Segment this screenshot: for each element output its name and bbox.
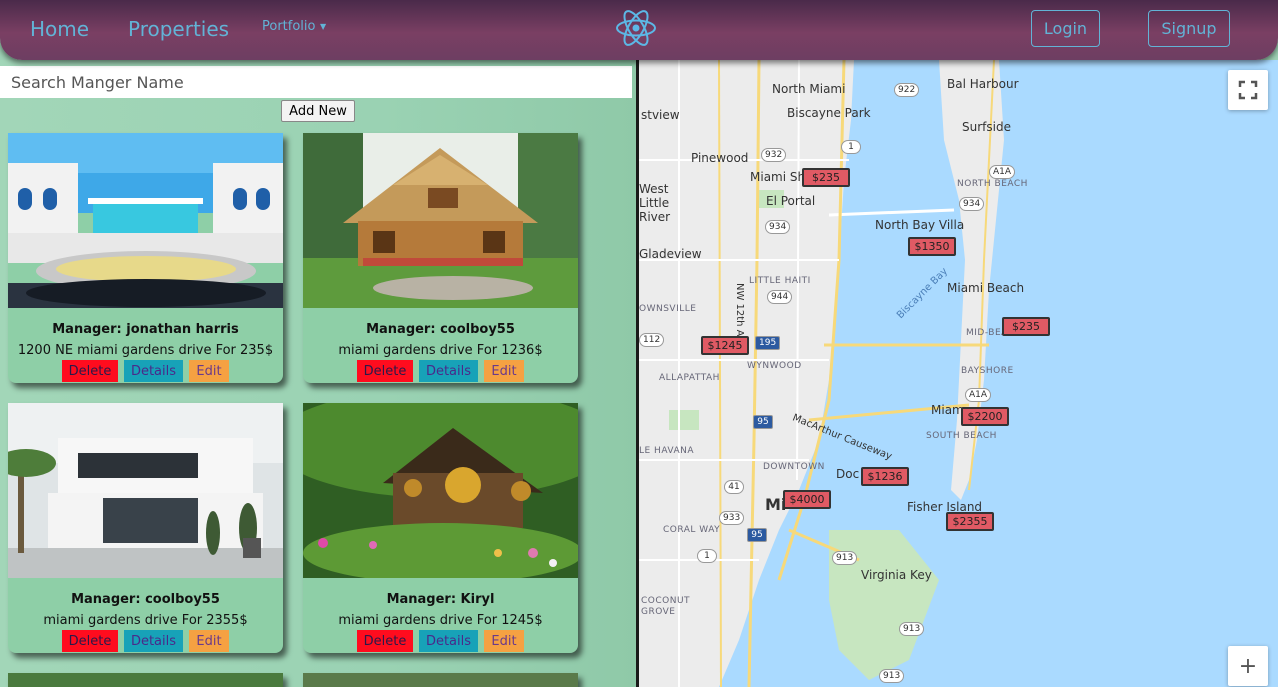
map-label: Miami Beach	[947, 281, 1025, 295]
property-address: miami gardens drive For 1245$	[338, 613, 543, 628]
road-shield: 944	[767, 290, 793, 304]
map-label: DOWNTOWN	[763, 462, 825, 472]
price-marker[interactable]: $235	[802, 168, 850, 187]
details-button[interactable]: Details	[419, 360, 478, 382]
nav-properties-link[interactable]: Properties	[128, 17, 229, 41]
road-shield: 932	[761, 148, 787, 162]
road-shield: A1A	[965, 388, 992, 402]
map-label: Bal Harbour	[947, 77, 1019, 91]
road-shield: 934	[959, 197, 985, 211]
road-shield: 95	[753, 415, 773, 429]
road-shield: 1	[697, 549, 717, 563]
map[interactable]: Bal Harbour North Miami Biscayne Park Su…	[636, 60, 1278, 687]
road-shield: 112	[639, 333, 665, 347]
react-atom-icon[interactable]	[614, 6, 658, 50]
road-shield: 1	[841, 140, 861, 154]
price-marker[interactable]: $2200	[961, 407, 1009, 426]
map-label: LITTLE HAITI	[749, 276, 811, 286]
map-label: COCONUT GROVE	[641, 596, 691, 617]
road-shield: 933	[719, 511, 745, 525]
manager-name: Manager: coolboy55	[366, 322, 515, 337]
property-image[interactable]	[303, 133, 578, 308]
login-button[interactable]: Login	[1031, 10, 1100, 47]
edit-button[interactable]: Edit	[189, 630, 229, 652]
edit-button[interactable]: Edit	[484, 360, 524, 382]
property-address: miami gardens drive For 1236$	[338, 343, 543, 358]
search-input[interactable]	[0, 66, 632, 98]
delete-button[interactable]: Delete	[62, 360, 118, 382]
road-shield: 41	[724, 480, 744, 494]
signup-button[interactable]: Signup	[1148, 10, 1230, 47]
add-new-button[interactable]: Add New	[281, 100, 355, 122]
map-label: North Miami	[772, 82, 846, 96]
map-label: ALLAPATTAH	[659, 373, 720, 383]
price-marker[interactable]: $1245	[701, 336, 749, 355]
map-label: North Bay Villa	[875, 218, 965, 232]
price-marker[interactable]: $1236	[861, 467, 909, 486]
nav-portfolio-dropdown[interactable]: Portfolio	[262, 19, 315, 34]
manager-name: Manager: Kiryl	[386, 592, 495, 607]
property-image[interactable]	[8, 673, 283, 687]
manager-name: Manager: jonathan harris	[52, 322, 239, 337]
map-label: NORTH BEACH	[957, 179, 1028, 189]
navbar: Home Properties Portfolio ▼ Login Signup	[0, 0, 1278, 60]
map-label: Pinewood	[691, 151, 749, 165]
road-shield: 934	[765, 220, 791, 234]
road-shield: 95	[747, 528, 767, 542]
road-shield: 913	[879, 669, 905, 683]
price-marker[interactable]: $4000	[783, 490, 831, 509]
map-label: LE HAVANA	[639, 446, 695, 456]
map-label: Biscayne Park	[787, 106, 871, 120]
road-shield: 913	[832, 551, 858, 565]
road-shield: A1A	[989, 165, 1016, 179]
fullscreen-icon[interactable]	[1228, 70, 1268, 110]
property-card	[303, 673, 578, 687]
price-marker[interactable]: $1350	[908, 237, 956, 256]
map-label: OWNSVILLE	[639, 304, 697, 314]
property-card: Manager: coolboy55 miami gardens drive F…	[303, 133, 578, 383]
map-label: West Little River	[639, 182, 671, 224]
map-label: WYNWOOD	[747, 361, 802, 371]
property-card	[8, 673, 283, 687]
property-address: 1200 NE miami gardens drive For 235$	[17, 343, 274, 358]
map-label: SOUTH BEACH	[926, 431, 997, 441]
chevron-down-icon: ▼	[320, 22, 327, 31]
map-label: BAYSHORE	[961, 366, 1014, 376]
edit-button[interactable]: Edit	[189, 360, 229, 382]
plus-icon[interactable]: +	[1228, 646, 1268, 686]
price-marker[interactable]: $235	[1002, 317, 1050, 336]
road-shield: 922	[894, 83, 920, 97]
property-card: Manager: Kiryl miami gardens drive For 1…	[303, 403, 578, 653]
property-image[interactable]	[8, 133, 283, 308]
price-marker[interactable]: $2355	[946, 512, 994, 531]
map-label: Doc	[836, 467, 860, 481]
road-shield: 195	[755, 336, 781, 350]
map-label: El Portal	[766, 194, 816, 208]
road-shield: 913	[899, 622, 925, 636]
edit-button[interactable]: Edit	[484, 630, 524, 652]
delete-button[interactable]: Delete	[357, 360, 413, 382]
map-label: Miam	[931, 403, 964, 417]
property-image[interactable]	[303, 403, 578, 578]
property-image[interactable]	[303, 673, 578, 687]
map-label: Virginia Key	[861, 568, 932, 582]
property-image[interactable]	[8, 403, 283, 578]
nav-home-link[interactable]: Home	[30, 17, 89, 41]
map-label: CORAL WAY	[663, 525, 721, 535]
details-button[interactable]: Details	[419, 630, 478, 652]
manager-name: Manager: coolboy55	[71, 592, 220, 607]
map-label: stview	[641, 108, 680, 122]
details-button[interactable]: Details	[124, 630, 183, 652]
map-label: Gladeview	[639, 247, 702, 261]
details-button[interactable]: Details	[124, 360, 183, 382]
delete-button[interactable]: Delete	[357, 630, 413, 652]
property-address: miami gardens drive For 2355$	[43, 613, 248, 628]
property-list-panel: Add New Manager: jonathan harr	[0, 60, 636, 687]
map-label: Surfside	[962, 120, 1011, 134]
map-label: Miami Sh	[750, 170, 806, 184]
property-card: Manager: jonathan harris 1200 NE miami g…	[8, 133, 283, 383]
property-card: Manager: coolboy55 miami gardens drive F…	[8, 403, 283, 653]
delete-button[interactable]: Delete	[62, 630, 118, 652]
